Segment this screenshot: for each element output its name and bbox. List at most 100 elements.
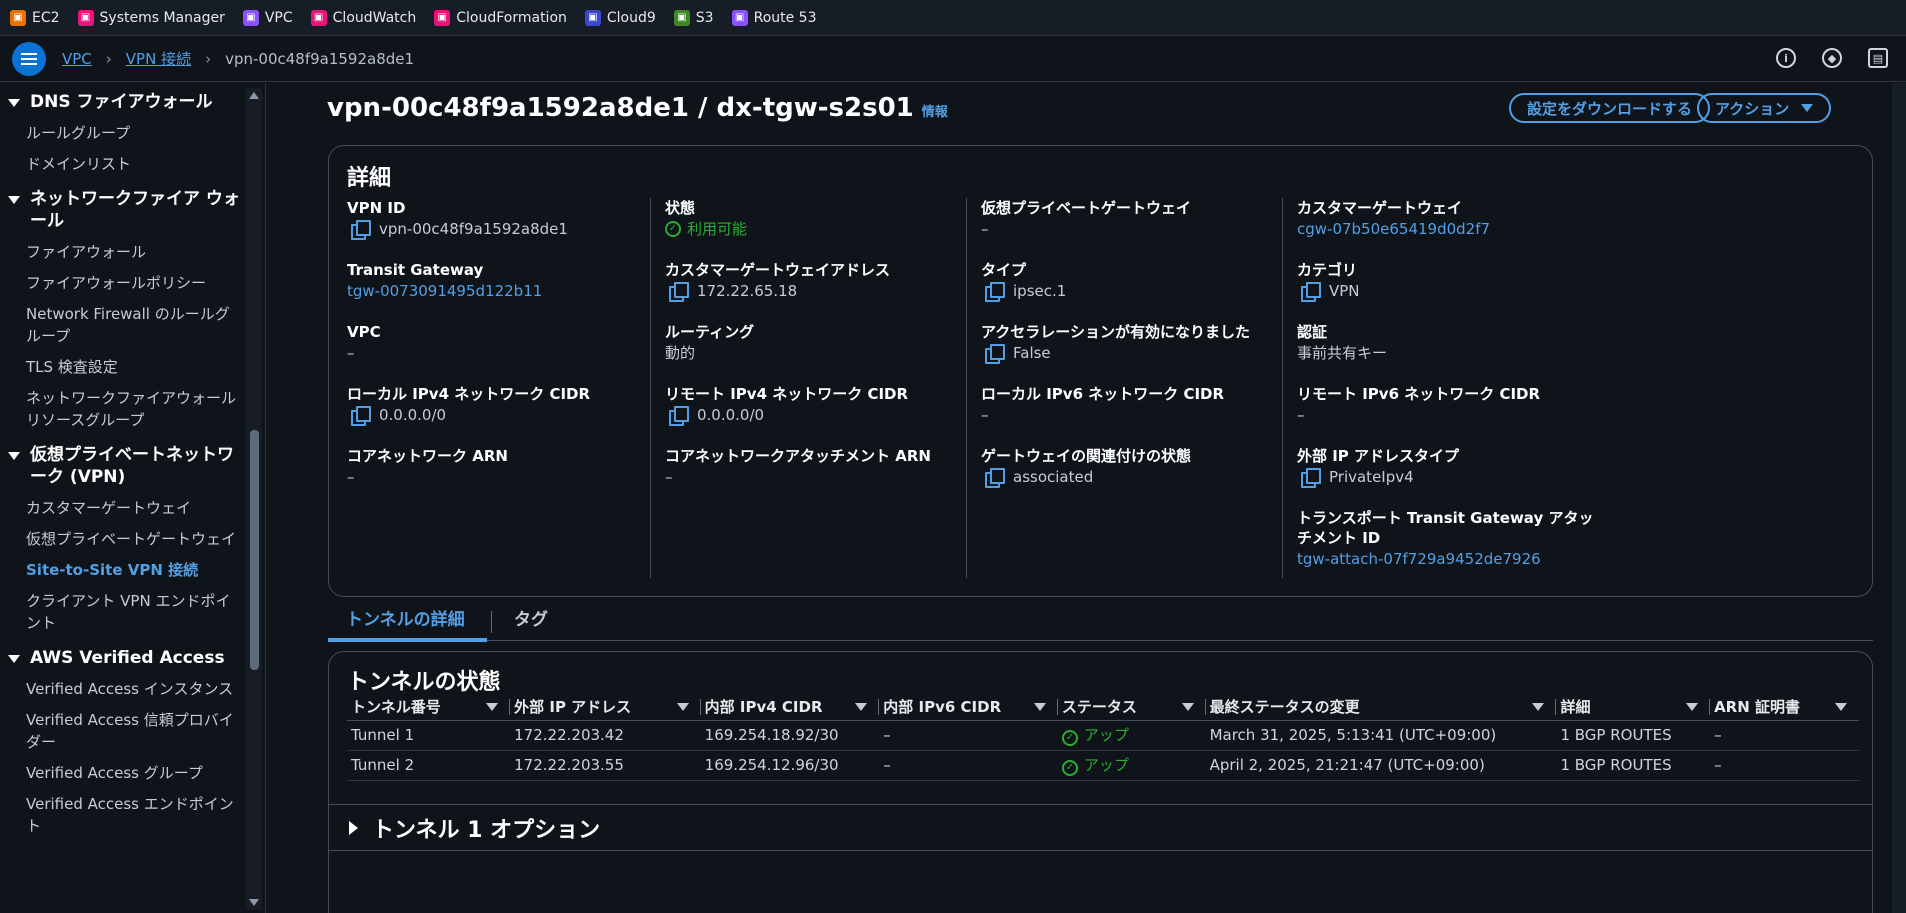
fav-cloud9[interactable]: ▣ Cloud9	[584, 9, 656, 26]
field-value: –	[665, 468, 673, 486]
field-label: Transit Gateway	[347, 261, 484, 279]
field-value: –	[347, 344, 355, 362]
field-core-attachment-arn: コアネットワークアタッチメント ARN –	[665, 446, 965, 488]
breadcrumb-vpn[interactable]: VPN 接続	[126, 48, 191, 69]
sort-icon[interactable]	[1835, 703, 1847, 711]
customer-gateway-link[interactable]: cgw-07b50e65419d0d2f7	[1297, 218, 1597, 240]
download-config-button[interactable]: 設定をダウンロードする	[1509, 93, 1711, 123]
nav-firewalls[interactable]: ファイアウォール	[0, 241, 246, 263]
section-label: 仮想プライベートネットワーク (VPN)	[30, 445, 234, 487]
sort-icon[interactable]	[676, 703, 689, 711]
actions-button[interactable]: アクション	[1697, 93, 1832, 123]
cloudwatch-icon: ▣	[310, 9, 327, 26]
feedback-icon[interactable]: ◆	[1822, 48, 1842, 68]
col-header-inside-ipv6[interactable]: 内部 IPv6 CIDR	[879, 694, 1058, 721]
fav-vpc[interactable]: ▣ VPC	[242, 9, 293, 26]
col-header-details[interactable]: 詳細	[1556, 694, 1711, 721]
scroll-up-icon[interactable]	[249, 92, 259, 99]
nav-section-network-firewall[interactable]: ネットワークファイア ウォール	[0, 188, 246, 232]
nav-nf-resource-groups[interactable]: ネットワークファイアウォールリソースグループ	[0, 387, 246, 431]
fav-ec2[interactable]: ▣ EC2	[10, 9, 60, 26]
sort-icon[interactable]	[1532, 703, 1545, 711]
nav-va-groups[interactable]: Verified Access グループ	[0, 762, 246, 784]
sidebar-scrollbar[interactable]	[246, 88, 262, 910]
sort-icon[interactable]	[1686, 703, 1699, 711]
fav-route53[interactable]: ▣ Route 53	[731, 9, 817, 26]
scrollbar-thumb[interactable]	[250, 430, 259, 670]
copy-icon[interactable]	[669, 282, 689, 302]
breadcrumb-vpc[interactable]: VPC	[62, 50, 92, 68]
copy-icon[interactable]	[1301, 468, 1321, 488]
col-header-certificate-arn[interactable]: ARN 証明書	[1710, 694, 1859, 721]
tunnel-1-options-expander[interactable]: トンネル 1 オプション	[329, 804, 1872, 850]
nav-nf-rule-groups[interactable]: Network Firewall のルールグループ	[0, 303, 246, 347]
nav-firewall-policies[interactable]: ファイアウォールポリシー	[0, 272, 246, 294]
nav-domain-lists[interactable]: ドメインリスト	[0, 153, 246, 175]
copy-icon[interactable]	[669, 406, 689, 426]
cell-inside-ipv6: –	[879, 720, 1058, 751]
main-scrollbar[interactable]	[1892, 83, 1906, 913]
sort-icon[interactable]	[1181, 703, 1194, 711]
cell-last-change: April 2, 2025, 21:21:47 (UTC+09:00)	[1205, 750, 1557, 781]
column-divider	[1282, 198, 1283, 578]
col-header-last-change[interactable]: 最終ステータスの変更	[1205, 694, 1557, 721]
sort-icon[interactable]	[486, 703, 499, 711]
nav-va-instances[interactable]: Verified Access インスタンス	[0, 678, 246, 700]
fav-cloudformation[interactable]: ▣ CloudFormation	[434, 9, 567, 26]
transport-attachment-link[interactable]: tgw-attach-07f729a9452de7926	[1297, 548, 1597, 570]
cell-inside-ipv4: 169.254.18.92/30	[700, 720, 880, 751]
fav-systems-manager[interactable]: ▣ Systems Manager	[77, 9, 225, 26]
menu-icon[interactable]	[12, 41, 46, 76]
nav-customer-gateways[interactable]: カスタマーゲートウェイ	[0, 497, 246, 519]
copy-icon[interactable]	[985, 468, 1005, 488]
nav-va-endpoints[interactable]: Verified Access エンドポイント	[0, 793, 246, 837]
breadcrumb: VPC › VPN 接続 › vpn-00c48f9a1592a8de1	[62, 48, 414, 69]
route53-icon: ▣	[731, 9, 748, 26]
caret-down-icon	[8, 655, 20, 663]
info-link[interactable]: 情報	[922, 105, 948, 120]
info-icon[interactable]: i	[1776, 48, 1796, 68]
field-vpgw: 仮想プライベートゲートウェイ –	[981, 198, 1281, 240]
col-header-status[interactable]: ステータス	[1057, 694, 1206, 721]
nav-site-to-site-vpn[interactable]: Site-to-Site VPN 接続	[0, 559, 246, 581]
notifications-icon[interactable]: ▤	[1868, 48, 1888, 68]
copy-icon[interactable]	[985, 344, 1005, 364]
scroll-down-icon[interactable]	[249, 899, 259, 906]
nav-client-vpn-endpoints[interactable]: クライアント VPN エンドポイント	[0, 590, 246, 634]
fav-s3[interactable]: ▣ S3	[673, 9, 714, 26]
col-header-inside-ipv4[interactable]: 内部 IPv4 CIDR	[700, 694, 880, 721]
fav-label: CloudWatch	[332, 9, 417, 26]
sort-icon[interactable]	[855, 703, 868, 711]
header-label: 外部 IP アドレス	[514, 698, 632, 717]
nav-section-dns-firewall[interactable]: DNS ファイアウォール	[0, 91, 246, 113]
field-value: –	[981, 406, 989, 424]
field-value: –	[981, 220, 989, 238]
copy-icon[interactable]	[351, 406, 371, 426]
nav-rule-groups[interactable]: ルールグループ	[0, 122, 246, 144]
breadcrumb-current: vpn-00c48f9a1592a8de1	[225, 49, 415, 68]
field-core-network-arn: コアネットワーク ARN –	[347, 446, 647, 488]
cell-status: ✓ アップ	[1057, 720, 1206, 751]
col-header-tunnel-number[interactable]: トンネル番号	[347, 694, 511, 721]
side-navigation: DNS ファイアウォール ルールグループ ドメインリスト ネットワークファイア …	[0, 83, 266, 913]
copy-icon[interactable]	[1301, 282, 1321, 302]
actions-label: アクション	[1715, 99, 1790, 118]
copy-icon[interactable]	[985, 282, 1005, 302]
check-circle-icon: ✓	[665, 221, 681, 237]
sort-icon[interactable]	[1033, 703, 1046, 711]
nav-section-verified-access[interactable]: AWS Verified Access	[0, 647, 246, 669]
field-label: VPN ID	[347, 199, 406, 217]
tunnel-2-options-expander[interactable]	[329, 850, 1872, 860]
nav-virtual-private-gateways[interactable]: 仮想プライベートゲートウェイ	[0, 528, 246, 550]
copy-icon[interactable]	[351, 220, 371, 240]
tab-tunnel-details[interactable]: トンネルの詳細	[328, 605, 487, 642]
tab-tags[interactable]: タグ	[514, 605, 548, 641]
transit-gateway-link[interactable]: tgw-0073091495d122b11	[347, 280, 647, 302]
nav-section-vpn[interactable]: 仮想プライベートネットワーク (VPN)	[0, 444, 246, 488]
fav-cloudwatch[interactable]: ▣ CloudWatch	[310, 9, 417, 26]
nav-va-trust-providers[interactable]: Verified Access 信頼プロバイダー	[0, 709, 246, 753]
field-remote-ipv6-cidr: リモート IPv6 ネットワーク CIDR –	[1297, 384, 1597, 426]
col-header-outside-ip[interactable]: 外部 IP アドレス	[510, 694, 701, 721]
field-state: 状態 ✓ 利用可能	[665, 198, 965, 240]
nav-tls-inspection[interactable]: TLS 検査設定	[0, 356, 246, 378]
